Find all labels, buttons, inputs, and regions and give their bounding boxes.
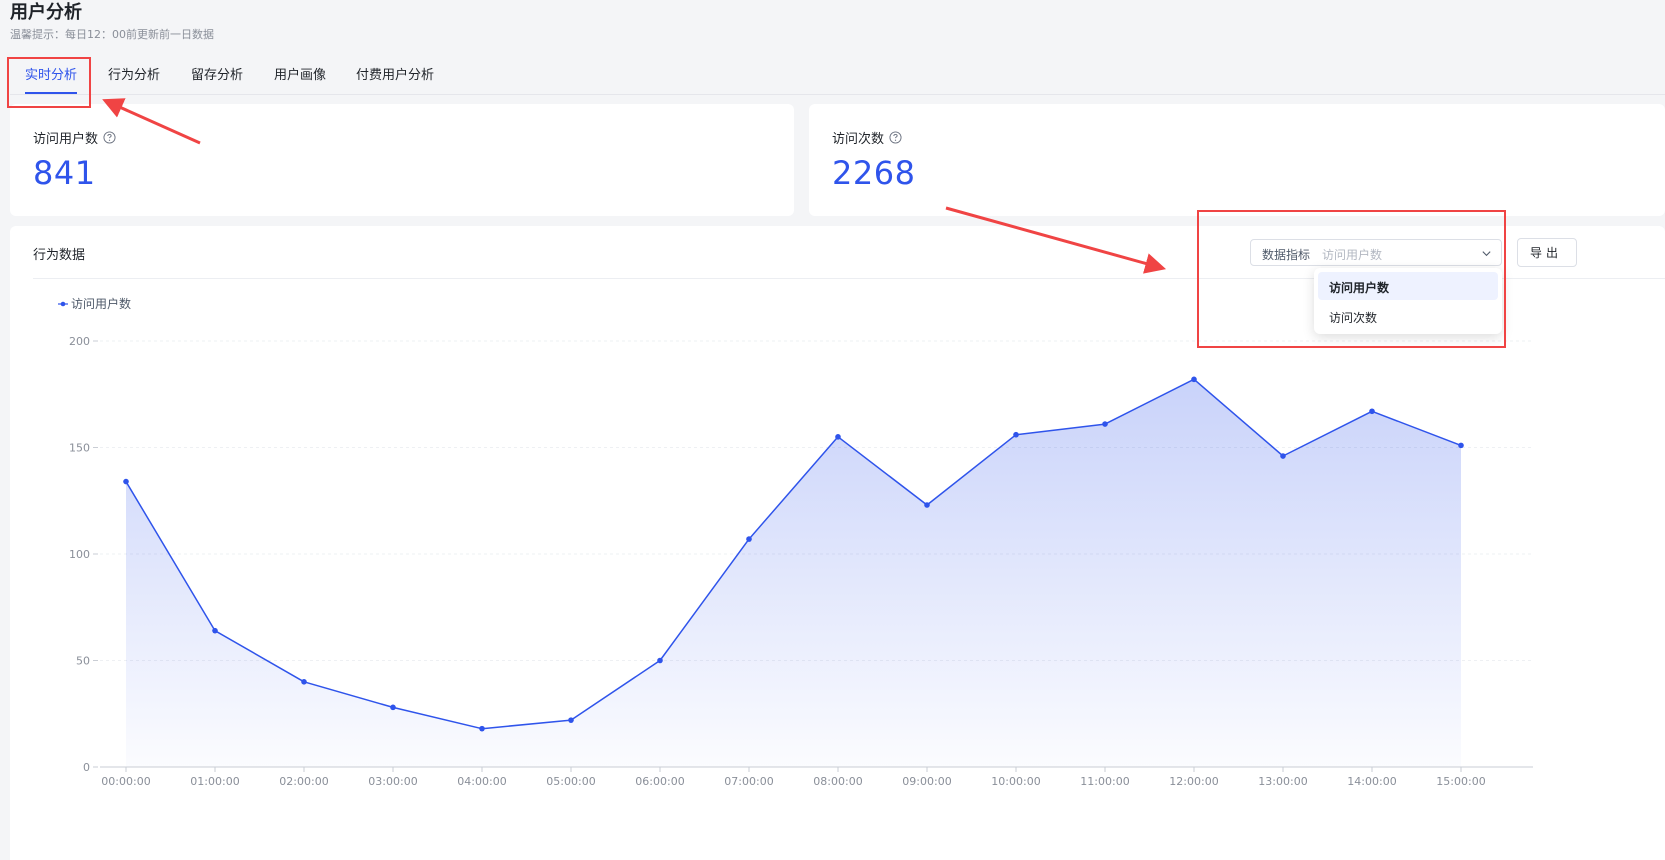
data-point[interactable]: [568, 717, 574, 723]
legend-label: 访问用户数: [71, 297, 132, 311]
dropdown-option-visitors[interactable]: 访问用户数: [1318, 272, 1498, 300]
line-chart: 0 50 100 150 200 00:00:00 01:00:00 02:00:00 03:0…: [69, 335, 1533, 788]
data-point[interactable]: [1458, 442, 1464, 449]
data-point[interactable]: [924, 502, 930, 508]
y-tick-label: 0: [83, 761, 90, 774]
data-point[interactable]: [479, 725, 485, 732]
x-tick-label: 14:00:00: [1347, 775, 1396, 788]
x-tick-label: 13:00:00: [1258, 775, 1307, 788]
data-point[interactable]: [1369, 408, 1375, 415]
x-tick-label: 12:00:00: [1169, 775, 1218, 788]
data-point[interactable]: [390, 704, 396, 711]
x-tick-label: 01:00:00: [190, 775, 239, 788]
x-tick-label: 02:00:00: [279, 775, 328, 788]
data-point[interactable]: [835, 434, 841, 440]
data-point[interactable]: [301, 679, 307, 685]
x-tick-label: 03:00:00: [368, 775, 417, 788]
x-tick-label: 15:00:00: [1436, 775, 1485, 788]
legend-line-icon: [58, 301, 68, 306]
x-tick-label: 05:00:00: [546, 775, 595, 788]
chart-legend[interactable]: 访问用户数: [58, 295, 131, 312]
x-tick-label: 00:00:00: [101, 775, 150, 788]
y-tick-label: 50: [76, 655, 90, 668]
data-point[interactable]: [1280, 453, 1286, 459]
metric-dropdown: 访问用户数 访问次数: [1314, 268, 1502, 334]
x-tick-label: 07:00:00: [724, 775, 773, 788]
x-tick-label: 08:00:00: [813, 775, 862, 788]
y-tick-label: 150: [69, 442, 90, 455]
data-point[interactable]: [657, 657, 663, 664]
x-tick-label: 06:00:00: [635, 775, 684, 788]
dropdown-option-visits[interactable]: 访问次数: [1318, 302, 1498, 330]
x-tick-label: 11:00:00: [1080, 775, 1129, 788]
x-tick-label: 10:00:00: [991, 775, 1040, 788]
x-tick-label: 04:00:00: [457, 775, 506, 788]
data-point[interactable]: [1013, 431, 1019, 438]
y-tick-label: 100: [69, 548, 90, 561]
data-point[interactable]: [123, 478, 129, 485]
y-tick-label: 200: [69, 335, 90, 348]
data-point[interactable]: [212, 627, 218, 634]
data-point[interactable]: [1191, 376, 1197, 383]
data-point[interactable]: [1102, 421, 1108, 427]
data-point[interactable]: [746, 536, 752, 542]
x-tick-label: 09:00:00: [902, 775, 951, 788]
